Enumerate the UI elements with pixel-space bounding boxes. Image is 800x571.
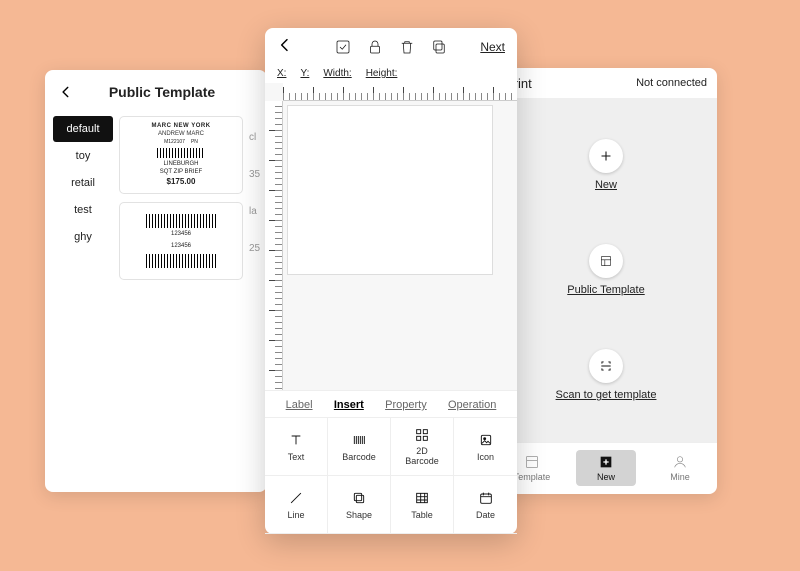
editor-screen: Next X: Y: Width: Height: Label Insert P… [265, 28, 517, 534]
new-action[interactable]: New [589, 139, 623, 191]
tool-shape[interactable]: Shape [328, 476, 391, 534]
tool-barcode[interactable]: Barcode [328, 418, 391, 476]
category-retail[interactable]: retail [53, 170, 113, 196]
delete-icon[interactable] [398, 38, 416, 56]
select-icon[interactable] [334, 38, 352, 56]
mine-tab-icon [672, 454, 688, 470]
template-line2: SQT ZIP BRIEF [160, 169, 202, 177]
template-card-2[interactable]: 123456 123456 [119, 202, 243, 280]
tab-operation-mode[interactable]: Operation [448, 399, 496, 411]
tab-label: Mine [670, 472, 690, 482]
public-template-header: Public Template [45, 76, 267, 108]
tool-label: Table [411, 510, 433, 520]
new-tab-icon [598, 454, 614, 470]
category-default[interactable]: default [53, 116, 113, 142]
public-template-label: Public Template [567, 284, 644, 296]
template-card-1[interactable]: MARC NEW YORK ANDREW MARC M122107 PN LIN… [119, 116, 243, 194]
coord-y: Y: [300, 68, 309, 79]
insert-tool-grid: Text Barcode 2D Barcode Icon Line Shape … [265, 417, 517, 534]
next-button[interactable]: Next [480, 40, 505, 54]
plus-icon [589, 139, 623, 173]
coords-bar: X: Y: Width: Height: [265, 66, 517, 83]
coord-height: Height: [366, 68, 398, 79]
tool-2d-barcode[interactable]: 2D Barcode [391, 418, 454, 476]
home-header: Print Not connected [495, 68, 717, 98]
tab-insert-mode[interactable]: Insert [334, 399, 364, 411]
partial-text: cl [249, 132, 259, 143]
category-ghy[interactable]: ghy [53, 224, 113, 250]
scan-icon [589, 349, 623, 383]
tool-label: Date [476, 510, 495, 520]
scan-action[interactable]: Scan to get template [556, 349, 657, 401]
tool-label: Text [288, 452, 305, 462]
public-template-screen: Public Template default toy retail test … [45, 70, 267, 492]
tab-label: New [597, 472, 615, 482]
editor-toolbar: Next [265, 28, 517, 66]
connection-status: Not connected [636, 77, 707, 89]
coord-x: X: [277, 68, 286, 79]
template-tab-icon [524, 454, 540, 470]
tool-label: Shape [346, 510, 372, 520]
tool-line[interactable]: Line [265, 476, 328, 534]
category-test[interactable]: test [53, 197, 113, 223]
barcode-number-2: 123456 [171, 243, 191, 251]
tool-label: Barcode [342, 452, 376, 462]
back-button[interactable] [277, 37, 301, 58]
back-button[interactable] [55, 81, 77, 103]
template-list: MARC NEW YORK ANDREW MARC M122107 PN LIN… [119, 116, 243, 280]
template-code2: PN [191, 139, 198, 146]
template-price: $175.00 [167, 177, 196, 187]
canvas-area[interactable] [265, 83, 517, 390]
page-title: Public Template [77, 84, 267, 100]
barcode-icon [146, 214, 216, 228]
tab-mine[interactable]: Mine [650, 454, 710, 482]
bottom-tabbar: Template New Mine [495, 442, 717, 492]
tab-label: Template [514, 472, 551, 482]
scan-label: Scan to get template [556, 389, 657, 401]
label-canvas[interactable] [287, 105, 493, 275]
copy-icon[interactable] [430, 38, 448, 56]
partial-text: la [249, 206, 259, 217]
template-subbrand: ANDREW MARC [158, 131, 204, 139]
tool-date[interactable]: Date [454, 476, 517, 534]
partial-column: cl 35 la 25 [249, 116, 259, 280]
lock-icon[interactable] [366, 38, 384, 56]
home-body: New Public Template Scan to get template [495, 98, 717, 442]
ruler-horizontal [283, 83, 517, 101]
public-template-action[interactable]: Public Template [567, 244, 644, 296]
tool-label: Icon [477, 452, 494, 462]
partial-text: 25 [249, 243, 259, 254]
new-action-label: New [595, 179, 617, 191]
tab-label-mode[interactable]: Label [286, 399, 313, 411]
barcode-number-1: 123456 [171, 231, 191, 239]
tab-property-mode[interactable]: Property [385, 399, 427, 411]
tool-icon[interactable]: Icon [454, 418, 517, 476]
coord-width: Width: [323, 68, 351, 79]
barcode-icon [146, 254, 216, 268]
tool-label: Line [287, 510, 304, 520]
ruler-vertical [265, 101, 283, 390]
template-code1: M122107 [164, 139, 185, 146]
tool-text[interactable]: Text [265, 418, 328, 476]
home-screen: Print Not connected New Public Template … [495, 68, 717, 494]
barcode-icon [157, 148, 205, 158]
template-line1: LINEBURGH [163, 161, 198, 169]
tool-table[interactable]: Table [391, 476, 454, 534]
category-toy[interactable]: toy [53, 143, 113, 169]
category-list: default toy retail test ghy [53, 116, 113, 280]
tool-label: 2D Barcode [405, 447, 439, 467]
template-icon [589, 244, 623, 278]
editor-bottom-tabs: Label Insert Property Operation [265, 390, 517, 417]
partial-text: 35 [249, 169, 259, 180]
tab-new[interactable]: New [576, 450, 636, 486]
template-brand: MARC NEW YORK [151, 123, 210, 131]
